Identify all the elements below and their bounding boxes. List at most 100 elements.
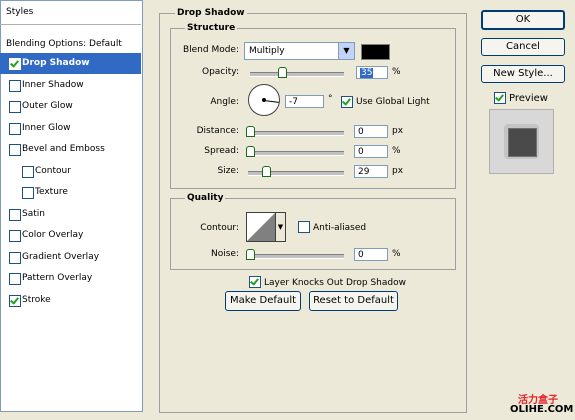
sidebar-item-satin[interactable]: Satin: [0, 204, 141, 225]
contour-label: Contour:: [200, 223, 239, 233]
inner-shadow-label: Inner Shadow: [22, 80, 84, 90]
chevron-down-icon[interactable]: ▼: [275, 212, 286, 242]
blend-mode-label: Blend Mode:: [182, 45, 239, 55]
angle-dial[interactable]: [248, 84, 280, 116]
watermark-line2: OLIHE.COM: [510, 404, 574, 415]
outer-glow-checkbox[interactable]: [9, 101, 21, 113]
bevel-emboss-checkbox[interactable]: [9, 144, 21, 156]
use-global-light-checkbox[interactable]: [341, 96, 353, 108]
contour-picker[interactable]: [246, 212, 276, 242]
quality-title: Quality: [185, 193, 226, 203]
inner-glow-label: Inner Glow: [22, 123, 71, 133]
distance-unit: px: [392, 126, 404, 136]
preview-thumbnail: [489, 109, 554, 174]
distance-input[interactable]: 0: [354, 125, 388, 138]
anti-aliased-label: Anti-aliased: [313, 223, 367, 233]
drop-shadow-title: Drop Shadow: [175, 8, 247, 18]
sidebar-item-inner-shadow[interactable]: Inner Shadow: [0, 75, 141, 96]
contour-checkbox[interactable]: [22, 166, 34, 178]
preview-checkbox[interactable]: [494, 92, 506, 104]
styles-panel: Styles Blending Options: Default Drop Sh…: [0, 0, 143, 412]
stroke-label: Stroke: [22, 295, 51, 305]
blend-mode-value: Multiply: [249, 46, 285, 56]
sidebar-item-contour[interactable]: Contour: [0, 161, 141, 182]
new-style-button[interactable]: New Style...: [481, 65, 565, 83]
satin-label: Satin: [22, 209, 45, 219]
structure-title: Structure: [185, 23, 238, 33]
drop-shadow-checkbox[interactable]: [9, 58, 21, 70]
sidebar-item-inner-glow[interactable]: Inner Glow: [0, 118, 141, 139]
outer-glow-label: Outer Glow: [22, 101, 73, 111]
contour-label: Contour: [35, 166, 71, 176]
reset-to-default-button[interactable]: Reset to Default: [309, 291, 398, 311]
cancel-button[interactable]: Cancel: [481, 38, 565, 56]
noise-input[interactable]: 0: [354, 248, 388, 261]
spread-label: Spread:: [204, 146, 239, 156]
texture-checkbox[interactable]: [22, 187, 34, 199]
styles-header[interactable]: Styles: [0, 0, 141, 25]
quality-group: [170, 198, 456, 270]
spread-slider[interactable]: [248, 151, 344, 156]
opacity-label: Opacity:: [202, 67, 239, 77]
inner-glow-checkbox[interactable]: [9, 123, 21, 135]
make-default-button[interactable]: Make Default: [225, 291, 301, 311]
styles-header-label: Styles: [6, 7, 34, 17]
angle-dial-needle: [263, 100, 279, 103]
angle-dial-center: [262, 98, 266, 102]
layer-knocks-out-label: Layer Knocks Out Drop Shadow: [264, 278, 406, 288]
angle-input[interactable]: -7: [285, 95, 324, 108]
bevel-emboss-label: Bevel and Emboss: [22, 144, 105, 154]
anti-aliased-checkbox[interactable]: [298, 221, 310, 233]
spread-slider-handle[interactable]: [246, 146, 255, 157]
color-overlay-label: Color Overlay: [22, 230, 84, 240]
preview-label: Preview: [509, 93, 548, 104]
blending-options-label: Blending Options: Default: [6, 39, 122, 49]
gradient-overlay-checkbox[interactable]: [9, 252, 21, 264]
distance-slider-handle[interactable]: [246, 126, 255, 137]
preview-square: [508, 128, 537, 157]
opacity-input[interactable]: 35: [356, 66, 388, 79]
blend-mode-select[interactable]: Multiply ▼: [244, 42, 355, 60]
noise-slider-handle[interactable]: [246, 249, 255, 260]
contour-curve-icon: [247, 213, 275, 241]
sidebar-item-bevel-emboss[interactable]: Bevel and Emboss: [0, 139, 141, 160]
distance-slider[interactable]: [248, 131, 344, 136]
opacity-slider-handle[interactable]: [278, 67, 287, 78]
sidebar-item-gradient-overlay[interactable]: Gradient Overlay: [0, 247, 141, 268]
sidebar-item-pattern-overlay[interactable]: Pattern Overlay: [0, 268, 141, 289]
drop-shadow-label: Drop Shadow: [22, 58, 90, 68]
size-input[interactable]: 29: [354, 165, 388, 178]
size-unit: px: [392, 166, 404, 176]
pattern-overlay-label: Pattern Overlay: [22, 273, 93, 283]
layer-knocks-out-checkbox[interactable]: [249, 276, 261, 288]
satin-checkbox[interactable]: [9, 209, 21, 221]
noise-unit: %: [392, 249, 401, 259]
sidebar-item-texture[interactable]: Texture: [0, 182, 141, 203]
sidebar-item-outer-glow[interactable]: Outer Glow: [0, 96, 141, 117]
opacity-value: 35: [360, 68, 374, 78]
angle-label: Angle:: [210, 97, 239, 107]
angle-unit: °: [328, 94, 333, 104]
size-slider-handle[interactable]: [262, 166, 271, 177]
noise-slider[interactable]: [248, 254, 344, 259]
shadow-color-swatch[interactable]: [361, 44, 390, 60]
distance-label: Distance:: [196, 126, 239, 136]
spread-input[interactable]: 0: [354, 145, 388, 158]
blending-options-item[interactable]: Blending Options: Default: [0, 34, 141, 55]
opacity-unit: %: [392, 67, 401, 77]
gradient-overlay-label: Gradient Overlay: [22, 252, 100, 262]
color-overlay-checkbox[interactable]: [9, 230, 21, 242]
pattern-overlay-checkbox[interactable]: [9, 273, 21, 285]
opacity-slider[interactable]: [250, 72, 344, 77]
inner-shadow-checkbox[interactable]: [9, 80, 21, 92]
use-global-light-label: Use Global Light: [356, 97, 430, 107]
ok-button[interactable]: OK: [481, 10, 565, 30]
sidebar-item-stroke[interactable]: Stroke: [0, 290, 141, 311]
size-label: Size:: [217, 166, 239, 176]
sidebar-item-drop-shadow[interactable]: Drop Shadow: [0, 53, 141, 74]
sidebar-item-color-overlay[interactable]: Color Overlay: [0, 225, 141, 246]
spread-unit: %: [392, 146, 401, 156]
texture-label: Texture: [35, 187, 68, 197]
stroke-checkbox[interactable]: [9, 295, 21, 307]
chevron-down-icon[interactable]: ▼: [338, 43, 354, 59]
